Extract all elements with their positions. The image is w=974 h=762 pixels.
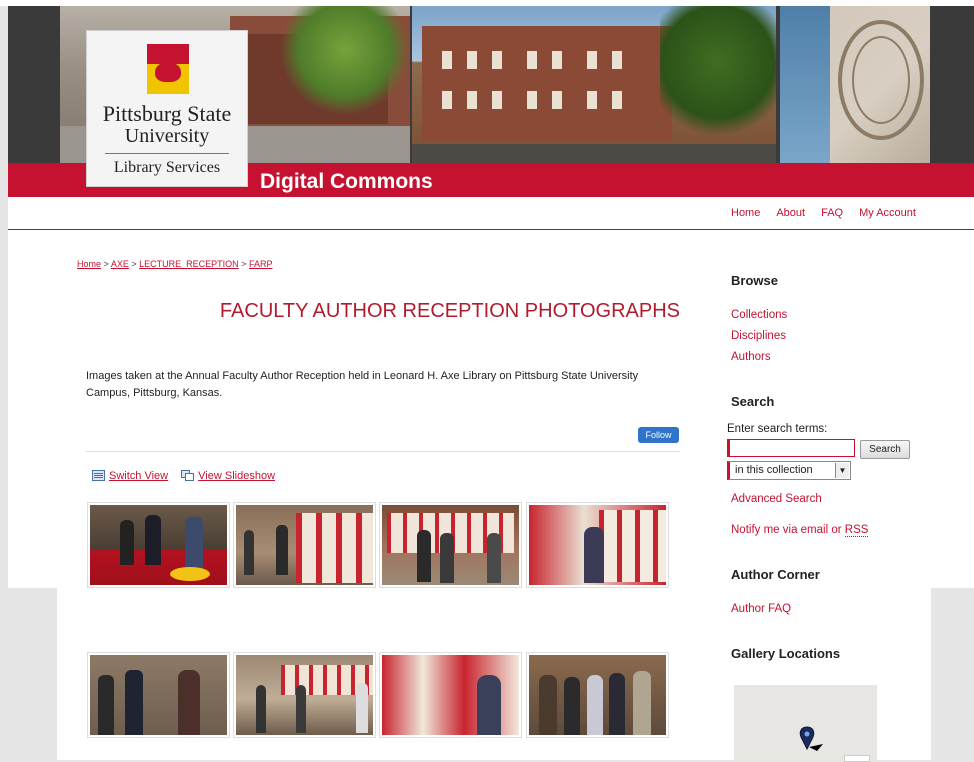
advanced-search-link[interactable]: Advanced Search [731, 493, 822, 505]
gallery-thumbnail[interactable] [379, 502, 522, 588]
map-zoom-control[interactable] [844, 755, 870, 762]
page-gutter-left [8, 588, 57, 760]
gallery-thumbnail[interactable] [526, 502, 669, 588]
gorilla-logo-icon [147, 44, 189, 94]
browse-collections-link[interactable]: Collections [731, 309, 787, 321]
gallery-thumbnail[interactable] [233, 652, 376, 738]
view-slideshow-link[interactable]: View Slideshow [198, 470, 275, 482]
logo-divider [105, 153, 229, 154]
map-pin-icon[interactable] [797, 725, 827, 755]
search-heading: Search [731, 394, 775, 409]
search-label: Enter search terms: [727, 423, 828, 435]
search-scope-value: in this collection [735, 464, 813, 476]
nav-divider [8, 229, 974, 230]
top-navigation: Home About FAQ My Account [731, 207, 932, 219]
browse-authors-link[interactable]: Authors [731, 351, 771, 363]
logo-university-word: University [124, 125, 210, 147]
list-view-icon [92, 470, 105, 481]
follow-button[interactable]: Follow [638, 427, 679, 443]
view-slideshow-control[interactable]: View Slideshow [181, 470, 275, 482]
gallery-view-controls: Switch View View Slideshow [92, 470, 285, 482]
gallery-thumbnail[interactable] [526, 652, 669, 738]
nav-home[interactable]: Home [731, 207, 760, 219]
breadcrumb-separator: > [241, 259, 247, 269]
switch-view-link[interactable]: Switch View [109, 470, 168, 482]
breadcrumb-axe[interactable]: AXE [111, 259, 129, 269]
page-title: FACULTY AUTHOR RECEPTION PHOTOGRAPHS [219, 300, 680, 322]
collection-description: Images taken at the Annual Faculty Autho… [86, 370, 639, 399]
switch-view-control[interactable]: Switch View [92, 470, 168, 482]
search-input[interactable] [727, 439, 855, 457]
chevron-down-icon: ▼ [835, 463, 849, 478]
gallery-thumbnail[interactable] [379, 652, 522, 738]
breadcrumb-farp[interactable]: FARP [249, 259, 273, 269]
breadcrumb-separator: > [131, 259, 137, 269]
author-corner-heading: Author Corner [731, 567, 820, 582]
logo-library-services: Library Services [113, 159, 221, 176]
page-gutter-right [931, 588, 974, 760]
breadcrumb-lecture-reception[interactable]: LECTURE_RECEPTION [139, 259, 239, 269]
browse-disciplines-link[interactable]: Disciplines [731, 330, 786, 342]
breadcrumb-home[interactable]: Home [77, 259, 101, 269]
gallery-thumbnail[interactable] [87, 502, 230, 588]
search-scope-select[interactable]: in this collection ▼ [727, 461, 851, 480]
logo-university-name: Pittsburg State [102, 101, 232, 126]
rss-link[interactable]: RSS [844, 524, 869, 537]
university-logo[interactable]: Pittsburg State University Library Servi… [86, 30, 248, 187]
banner-photo-campus [412, 6, 776, 163]
notify-email-rss[interactable]: Notify me via email or RSS [731, 524, 869, 537]
gallery-locations-heading: Gallery Locations [731, 646, 841, 661]
notify-email-text[interactable]: Notify me via email or [731, 524, 845, 536]
nav-about[interactable]: About [776, 207, 805, 219]
author-faq-link[interactable]: Author FAQ [731, 603, 791, 615]
breadcrumb-separator: > [103, 259, 109, 269]
gallery-thumbnail[interactable] [87, 652, 230, 738]
banner-title[interactable]: Digital Commons [260, 170, 433, 194]
browse-heading: Browse [731, 273, 778, 288]
slideshow-icon [181, 470, 195, 481]
nav-my-account[interactable]: My Account [859, 207, 916, 219]
nav-faq[interactable]: FAQ [821, 207, 843, 219]
content-divider [86, 451, 680, 452]
banner-photo-seal [780, 6, 930, 163]
gallery-thumbnail[interactable] [233, 502, 376, 588]
search-button[interactable]: Search [860, 440, 910, 459]
breadcrumb: Home > AXE > LECTURE_RECEPTION > FARP [77, 259, 272, 269]
